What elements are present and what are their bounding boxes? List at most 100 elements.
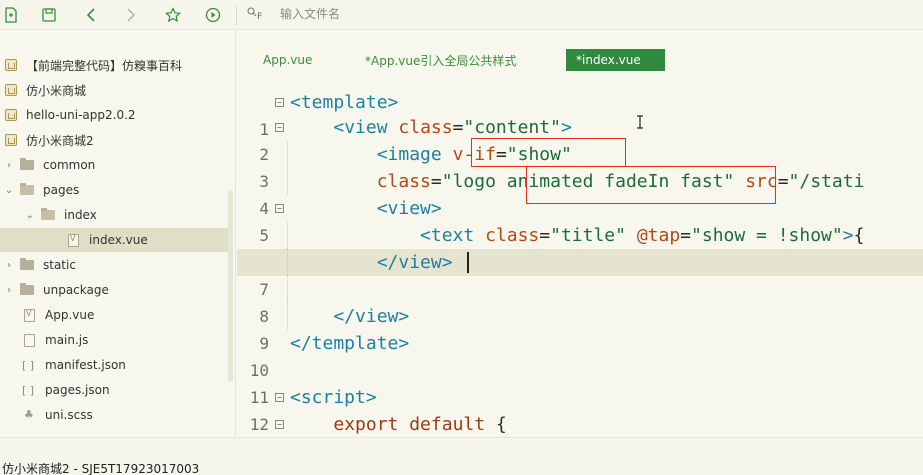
code-text: </view> bbox=[333, 306, 410, 327]
folder-icon bbox=[20, 283, 34, 295]
chevron-down-icon[interactable]: ⌄ bbox=[4, 185, 14, 196]
code-line: 1 <template> bbox=[237, 89, 923, 139]
annotation-box-v-if bbox=[471, 138, 626, 167]
mouse-ibeam-icon bbox=[637, 115, 643, 129]
code-text: <view> bbox=[376, 198, 442, 219]
project-icon bbox=[5, 134, 17, 146]
fold-toggle-icon[interactable] bbox=[275, 393, 284, 402]
forward-icon[interactable] bbox=[120, 4, 142, 26]
tree-project-item[interactable]: 仿小米商城2 bbox=[0, 128, 228, 152]
tree-item-label: index.vue bbox=[89, 233, 148, 247]
fold-toggle-icon[interactable] bbox=[275, 123, 284, 132]
code-text: <text class="title" @tap="show = !show">… bbox=[420, 225, 865, 246]
status-project-label: 仿小米商城2 - SJE5T17923017003 bbox=[2, 462, 200, 475]
code-line: 10 </template> bbox=[237, 330, 923, 380]
code-line-current: 7 </view> bbox=[237, 249, 923, 299]
tree-item-label: App.vue bbox=[45, 308, 95, 322]
tree-item-label: pages bbox=[43, 183, 80, 197]
toolbar-divider bbox=[236, 5, 237, 25]
code-line: 2 <view class="content"> bbox=[237, 114, 923, 164]
code-line: 12 <script> bbox=[237, 384, 923, 434]
tree-project-item[interactable]: 【前端完整代码】仿糗事百科 bbox=[0, 53, 228, 77]
tree-file-item[interactable]: uni.scss bbox=[0, 403, 228, 427]
chevron-right-icon[interactable]: › bbox=[4, 160, 14, 171]
tree-file-item[interactable]: App.vue bbox=[0, 303, 228, 327]
js-file-icon bbox=[24, 333, 35, 347]
filter-label: F bbox=[257, 12, 263, 23]
code-text: export default { bbox=[333, 414, 507, 435]
code-line: 13 export default { bbox=[237, 411, 923, 437]
code-text: </view> bbox=[376, 252, 453, 273]
annotation-box-animated-class bbox=[526, 166, 776, 204]
folder-icon bbox=[20, 258, 34, 270]
tab-app-vue[interactable]: App.vue bbox=[253, 49, 322, 71]
editor-tabs: App.vue *App.vue引入全局公共样式 *index.vue bbox=[237, 31, 923, 89]
file-search-input[interactable] bbox=[280, 4, 640, 24]
tree-folder-item[interactable]: › unpackage bbox=[0, 278, 228, 302]
folder-icon bbox=[20, 158, 34, 170]
sidebar-scrollbar[interactable] bbox=[228, 191, 233, 381]
chevron-down-icon[interactable]: ⌄ bbox=[25, 210, 35, 221]
folder-open-icon bbox=[20, 183, 34, 195]
json-file-icon bbox=[22, 383, 35, 397]
fold-toggle-icon[interactable] bbox=[275, 98, 284, 107]
status-bar: 仿小米商城2 - SJE5T17923017003 bbox=[0, 437, 923, 475]
indent-guide bbox=[287, 249, 288, 276]
run-icon[interactable] bbox=[202, 4, 224, 26]
project-icon bbox=[5, 59, 17, 71]
filter-icon[interactable]: F bbox=[247, 6, 262, 22]
tree-project-item[interactable]: 仿小米商城 bbox=[0, 78, 228, 102]
tree-item-label: hello-uni-app2.0.2 bbox=[26, 108, 136, 122]
indent-guide bbox=[287, 276, 288, 303]
code-line: 9 </view> bbox=[237, 303, 923, 353]
text-cursor bbox=[467, 252, 469, 273]
code-text: <template> bbox=[290, 92, 399, 113]
tree-item-label: 【前端完整代码】仿糗事百科 bbox=[26, 58, 183, 73]
tree-file-item[interactable]: pages.json bbox=[0, 378, 228, 402]
code-text: <view class="content"> bbox=[333, 117, 572, 138]
tab-app-vue-global-style[interactable]: *App.vue引入全局公共样式 bbox=[355, 49, 526, 71]
indent-guide bbox=[287, 303, 288, 330]
tree-file-item[interactable]: manifest.json bbox=[0, 353, 228, 377]
project-explorer: 【前端完整代码】仿糗事百科 仿小米商城 hello-uni-app2.0.2 仿… bbox=[0, 31, 236, 437]
tree-item-label: 仿小米商城2 bbox=[26, 133, 94, 148]
code-line: 8 bbox=[237, 276, 923, 326]
tree-item-label: pages.json bbox=[45, 383, 110, 397]
code-line: 11 bbox=[237, 357, 923, 407]
project-icon bbox=[5, 109, 17, 121]
tree-item-label: unpackage bbox=[43, 283, 109, 297]
tree-folder-item[interactable]: ⌄ index bbox=[0, 203, 228, 227]
fold-toggle-icon[interactable] bbox=[275, 204, 284, 213]
scss-file-icon bbox=[24, 408, 35, 422]
vue-file-icon bbox=[24, 308, 35, 322]
star-icon[interactable] bbox=[162, 4, 184, 26]
indent-guide bbox=[287, 222, 288, 249]
tree-folder-item[interactable]: ⌄ pages bbox=[0, 178, 228, 202]
tree-folder-item[interactable]: › common bbox=[0, 153, 228, 177]
tree-item-label: common bbox=[43, 158, 96, 172]
code-editor[interactable]: 1 <template> 2 <view class="content"> 3 … bbox=[237, 89, 923, 437]
toolbar: F bbox=[0, 0, 923, 30]
tree-file-item-selected[interactable]: index.vue bbox=[0, 228, 228, 252]
save-icon[interactable] bbox=[38, 4, 60, 26]
tree-item-label: static bbox=[43, 258, 76, 272]
tree-item-label: main.js bbox=[45, 333, 89, 347]
tree-file-item[interactable]: main.js bbox=[0, 328, 228, 352]
back-icon[interactable] bbox=[80, 4, 102, 26]
code-line: 6 <text class="title" @tap="show = !show… bbox=[237, 222, 923, 272]
chevron-right-icon[interactable]: › bbox=[4, 285, 14, 296]
tree-item-label: uni.scss bbox=[45, 408, 93, 422]
tab-index-vue[interactable]: *index.vue bbox=[566, 49, 665, 71]
indent-guide bbox=[287, 168, 288, 195]
new-file-icon[interactable] bbox=[0, 4, 22, 26]
tree-folder-item[interactable]: › static bbox=[0, 253, 228, 277]
project-icon bbox=[5, 84, 17, 96]
tree-item-label: index bbox=[64, 208, 97, 222]
json-file-icon bbox=[22, 358, 35, 372]
code-text: <script> bbox=[290, 387, 377, 408]
chevron-right-icon[interactable]: › bbox=[4, 260, 14, 271]
tree-project-item[interactable]: hello-uni-app2.0.2 bbox=[0, 103, 228, 127]
code-text: </template> bbox=[290, 333, 410, 354]
fold-toggle-icon[interactable] bbox=[275, 420, 284, 429]
vue-file-icon bbox=[68, 233, 79, 247]
